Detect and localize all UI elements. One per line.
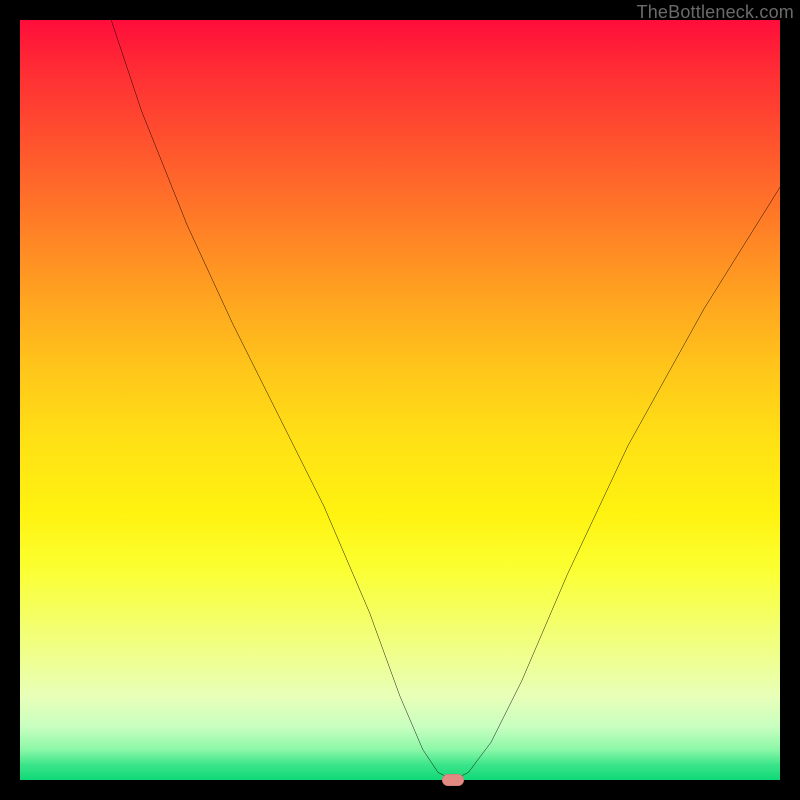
plot-area <box>20 20 780 780</box>
watermark-text: TheBottleneck.com <box>637 2 794 23</box>
optimum-marker <box>442 774 464 786</box>
bottleneck-curve <box>20 20 780 780</box>
chart-frame: TheBottleneck.com <box>0 0 800 800</box>
